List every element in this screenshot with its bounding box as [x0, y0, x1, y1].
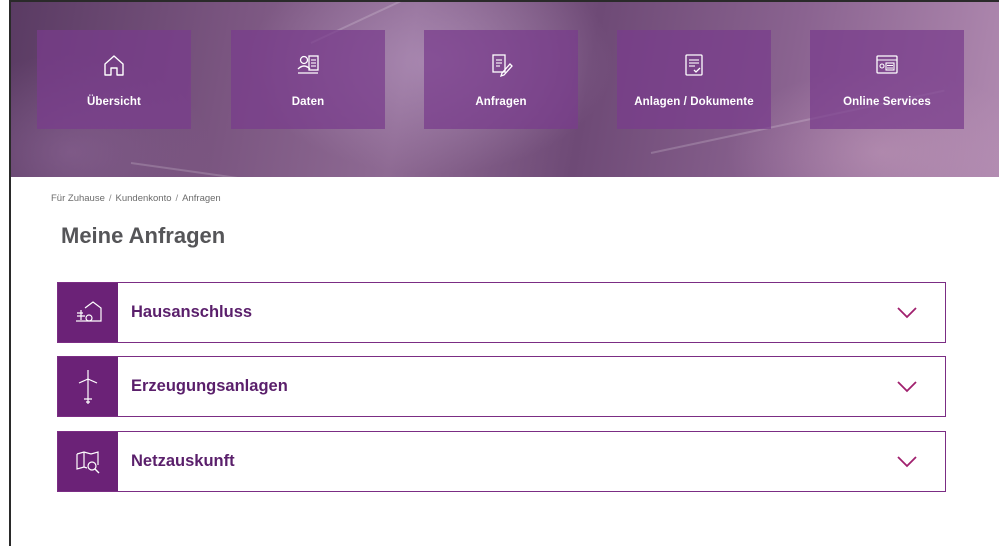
chevron-down-icon	[897, 455, 917, 467]
breadcrumb: Für Zuhause / Kundenkonto / Anfragen	[51, 193, 221, 204]
nav-tile-label: Anlagen / Dokumente	[634, 96, 754, 108]
accordion-label: Hausanschluss	[131, 303, 253, 321]
breadcrumb-separator: /	[175, 193, 179, 204]
accordion-netzauskunft[interactable]: Netzauskunft	[57, 431, 946, 492]
hero-decoration	[130, 162, 369, 177]
document-check-icon	[685, 54, 703, 76]
page-title: Meine Anfragen	[61, 223, 226, 248]
nav-tile-online-services[interactable]: Online Services	[810, 30, 964, 129]
nav-tile-uebersicht[interactable]: Übersicht	[37, 30, 191, 129]
breadcrumb-separator: /	[108, 193, 112, 204]
accordion-hausanschluss[interactable]: Hausanschluss	[57, 282, 946, 343]
accordion-icon-box	[58, 432, 118, 491]
nav-tile-label: Daten	[291, 96, 325, 108]
accordion-icon-box	[58, 357, 118, 416]
breadcrumb-link-fuer-zuhause[interactable]: Für Zuhause	[51, 193, 105, 204]
home-icon	[104, 55, 124, 76]
nav-tile-anlagen-dokumente[interactable]: Anlagen / Dokumente	[617, 30, 771, 129]
wind-turbine-icon	[78, 369, 98, 404]
accordion-erzeugungsanlagen[interactable]: Erzeugungsanlagen	[57, 356, 946, 417]
chevron-down-icon	[897, 306, 917, 318]
nav-tile-label: Online Services	[843, 96, 931, 108]
breadcrumb-link-kundenkonto[interactable]: Kundenkonto	[116, 193, 172, 204]
nav-tile-label: Anfragen	[475, 96, 527, 108]
chevron-down-icon	[897, 380, 917, 392]
map-search-icon	[76, 450, 100, 473]
house-connection-icon	[76, 300, 102, 322]
nav-tile-anfragen[interactable]: Anfragen	[424, 30, 578, 129]
accordion-label: Netzauskunft	[131, 452, 235, 470]
online-services-icon	[876, 55, 898, 74]
id-card-icon	[297, 55, 319, 74]
nav-tile-daten[interactable]: Daten	[231, 30, 385, 129]
accordion-label: Erzeugungsanlagen	[131, 377, 288, 395]
request-edit-icon	[492, 54, 513, 78]
breadcrumb-current: Anfragen	[182, 193, 221, 204]
accordion-icon-box	[58, 283, 118, 342]
nav-tile-label: Übersicht	[87, 96, 141, 108]
